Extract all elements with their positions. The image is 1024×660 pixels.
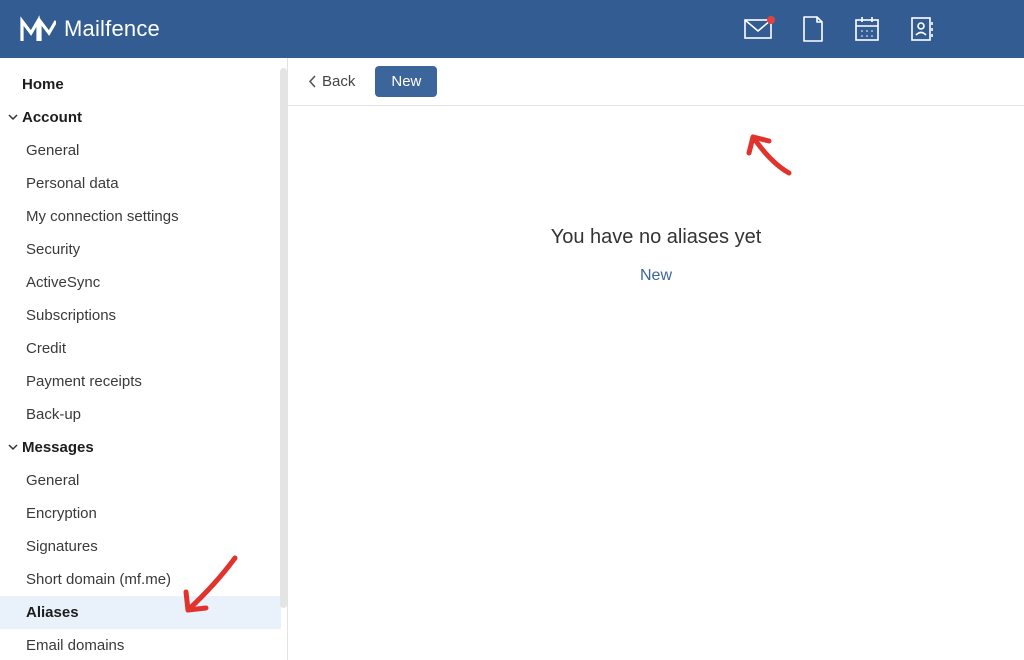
chevron-left-icon xyxy=(308,75,316,88)
brand[interactable]: Mailfence xyxy=(20,15,160,43)
sidebar-item-credit[interactable]: Credit xyxy=(0,332,281,365)
chevron-down-icon xyxy=(6,114,20,121)
sidebar-item-label: General xyxy=(26,142,79,159)
sidebar-item-label: Subscriptions xyxy=(26,307,116,324)
sidebar-section-messages[interactable]: Messages xyxy=(0,431,281,464)
sidebar-item-security[interactable]: Security xyxy=(0,233,281,266)
brand-logo-icon xyxy=(20,15,56,43)
sidebar-item-email-domains[interactable]: Email domains xyxy=(0,629,281,660)
mail-icon[interactable] xyxy=(744,19,772,39)
empty-state-title: You have no aliases yet xyxy=(288,226,1024,249)
sidebar-item-home[interactable]: Home xyxy=(0,68,281,101)
sidebar: Home Account General Personal data My connec… xyxy=(0,58,287,660)
sidebar-item-label: Personal data xyxy=(26,175,119,192)
sidebar-section-account[interactable]: Account xyxy=(0,101,281,134)
sidebar-item-label: Account xyxy=(22,109,82,126)
sidebar-item-label: Aliases xyxy=(26,604,79,621)
scrollbar-track[interactable] xyxy=(280,68,287,608)
notification-dot-icon xyxy=(767,16,775,24)
sidebar-item-label: ActiveSync xyxy=(26,274,100,291)
sidebar-item-personal-data[interactable]: Personal data xyxy=(0,167,281,200)
sidebar-item-label: General xyxy=(26,472,79,489)
sidebar-item-label: Messages xyxy=(22,439,94,456)
sidebar-item-label: My connection settings xyxy=(26,208,179,225)
calendar-icon[interactable] xyxy=(854,16,880,42)
empty-state-new-link[interactable]: New xyxy=(640,267,672,284)
sidebar-item-my-connection-settings[interactable]: My connection settings xyxy=(0,200,281,233)
back-button[interactable]: Back xyxy=(308,73,355,90)
sidebar-item-general[interactable]: General xyxy=(0,464,281,497)
sidebar-item-general[interactable]: General xyxy=(0,134,281,167)
document-icon[interactable] xyxy=(802,16,824,42)
sidebar-item-label: Credit xyxy=(26,340,66,357)
sidebar-item-label: Security xyxy=(26,241,80,258)
brand-name: Mailfence xyxy=(64,16,160,42)
contacts-icon[interactable] xyxy=(910,16,934,42)
sidebar-item-label: Short domain (mf.me) xyxy=(26,571,171,588)
scrollbar-thumb[interactable] xyxy=(280,68,287,608)
sidebar-item-encryption[interactable]: Encryption xyxy=(0,497,281,530)
sidebar-item-label: Signatures xyxy=(26,538,98,555)
chevron-down-icon xyxy=(6,444,20,451)
sidebar-item-label: Back-up xyxy=(26,406,81,423)
sidebar-item-short-domain-mf-me[interactable]: Short domain (mf.me) xyxy=(0,563,281,596)
sidebar-item-label: Encryption xyxy=(26,505,97,522)
sidebar-item-label: Email domains xyxy=(26,637,124,654)
sidebar-item-payment-receipts[interactable]: Payment receipts xyxy=(0,365,281,398)
sidebar-item-subscriptions[interactable]: Subscriptions xyxy=(0,299,281,332)
back-label: Back xyxy=(322,73,355,90)
sidebar-item-activesync[interactable]: ActiveSync xyxy=(0,266,281,299)
sidebar-item-aliases[interactable]: Aliases xyxy=(0,596,281,629)
sidebar-item-label: Payment receipts xyxy=(26,373,142,390)
sidebar-item-signatures[interactable]: Signatures xyxy=(0,530,281,563)
new-button[interactable]: New xyxy=(375,66,437,97)
sidebar-item-back-up[interactable]: Back-up xyxy=(0,398,281,431)
sidebar-item-label: Home xyxy=(22,76,64,93)
